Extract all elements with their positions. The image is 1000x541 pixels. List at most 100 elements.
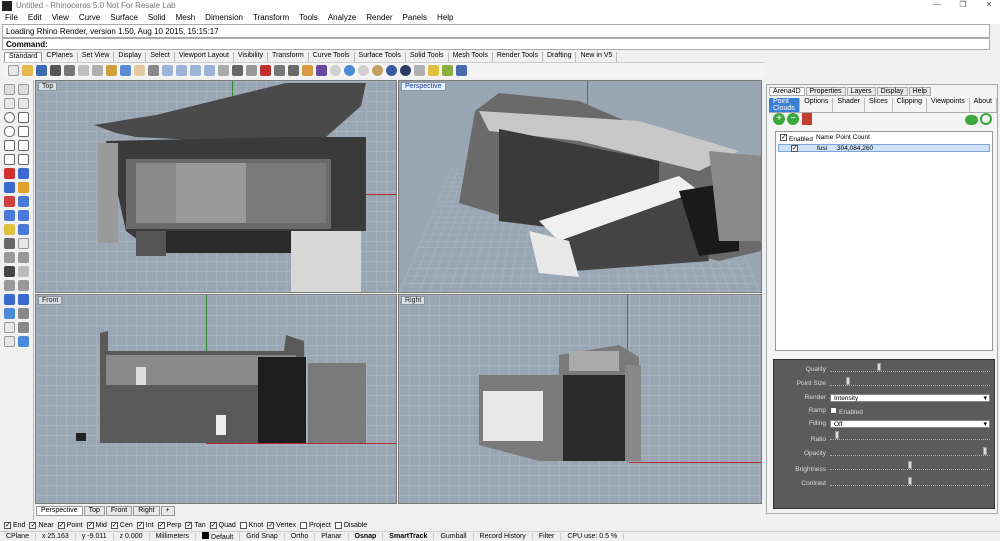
osnap-checkbox[interactable] (4, 521, 11, 529)
contrast-thumb[interactable] (908, 477, 912, 485)
tab-layers[interactable]: Layers (846, 87, 876, 96)
osnap-checkbox[interactable] (157, 521, 165, 529)
minimize-icon[interactable]: — (930, 0, 944, 12)
brightness-thumb[interactable] (908, 461, 912, 469)
add-viewport-icon[interactable]: + (160, 506, 175, 516)
zoom-selected-icon[interactable] (204, 65, 215, 76)
menu-dimension[interactable]: Dimension (200, 12, 248, 24)
rendered-icon[interactable] (372, 65, 383, 76)
contrast-slider[interactable] (830, 477, 990, 486)
header-enabled-checkbox[interactable] (780, 133, 787, 141)
scale-icon[interactable] (4, 322, 15, 333)
restore-icon[interactable]: ❐ (956, 0, 970, 12)
tab-arena4d[interactable]: Arena4D (769, 87, 805, 96)
cylinder-icon[interactable] (4, 196, 15, 207)
osnap-disable[interactable]: Disable (334, 521, 367, 529)
tab-set-view[interactable]: Set View (78, 52, 115, 62)
array-icon[interactable] (4, 294, 15, 305)
zoom-window-icon[interactable] (176, 65, 187, 76)
close-icon[interactable]: ✕ (982, 0, 996, 12)
menu-mesh[interactable]: Mesh (171, 12, 201, 24)
cplane-icon[interactable] (246, 65, 257, 76)
circle-icon[interactable] (4, 112, 15, 123)
trim-icon[interactable] (4, 252, 15, 263)
vp-tab-top[interactable]: Top (83, 506, 105, 516)
filter-toggle[interactable]: Filter (533, 533, 562, 540)
osnap-point[interactable]: Point (57, 521, 83, 529)
menu-curve[interactable]: Curve (74, 12, 105, 24)
osnap-checkbox[interactable] (86, 521, 94, 529)
rectangle-icon[interactable] (18, 126, 29, 137)
open-file-icon[interactable] (22, 65, 33, 76)
ellipse-icon[interactable] (4, 126, 15, 137)
curve-icon[interactable] (18, 98, 29, 109)
menu-help[interactable]: Help (432, 12, 458, 24)
print-icon[interactable] (50, 65, 61, 76)
point-size-thumb[interactable] (845, 377, 850, 385)
osnap-mid[interactable]: Mid (86, 521, 107, 529)
osnap-checkbox[interactable] (239, 521, 247, 529)
box-icon[interactable] (4, 182, 15, 193)
light-icon[interactable] (414, 65, 425, 76)
light-tool-icon[interactable] (4, 224, 15, 235)
tab-drafting[interactable]: Drafting (543, 52, 577, 62)
pan-hand-icon[interactable] (134, 65, 145, 76)
vp-tab-front[interactable]: Front (105, 506, 133, 516)
menu-edit[interactable]: Edit (23, 12, 47, 24)
copy-object-icon[interactable] (274, 65, 285, 76)
osnap-toggle[interactable]: Osnap (349, 533, 384, 540)
tab-shader[interactable]: Shader (833, 98, 865, 112)
tab-point-clouds[interactable]: Point Clouds (769, 98, 801, 112)
osnap-end[interactable]: End (4, 521, 25, 529)
vp-tab-perspective[interactable]: Perspective (36, 506, 83, 516)
opacity-slider[interactable] (830, 447, 990, 456)
menu-surface[interactable]: Surface (105, 12, 143, 24)
arc-icon[interactable] (18, 112, 29, 123)
join-icon[interactable] (4, 266, 15, 277)
tab-transform[interactable]: Transform (268, 52, 309, 62)
osnap-checkbox[interactable] (57, 521, 65, 529)
menu-solid[interactable]: Solid (143, 12, 171, 24)
dimension-icon[interactable] (18, 224, 29, 235)
osnap-checkbox[interactable] (110, 521, 118, 529)
rotate-tool-icon[interactable] (18, 280, 29, 291)
point-icon[interactable] (18, 84, 29, 95)
menu-view[interactable]: View (47, 12, 74, 24)
mirror-icon[interactable] (18, 294, 29, 305)
tab-cplanes[interactable]: CPlanes (42, 52, 78, 62)
units[interactable]: Millimeters (150, 533, 197, 540)
paste-icon[interactable] (106, 65, 117, 76)
import-icon[interactable] (64, 65, 75, 76)
move-tool-icon[interactable] (4, 280, 15, 291)
row-enabled-checkbox[interactable] (791, 144, 798, 152)
history-icon[interactable] (4, 336, 15, 347)
fillet-icon[interactable] (18, 154, 29, 165)
tab-render-tools[interactable]: Render Tools (493, 52, 543, 62)
osnap-perp[interactable]: Perp (157, 521, 181, 529)
filling-select[interactable]: Off (830, 420, 990, 428)
four-viewports-icon[interactable] (232, 65, 243, 76)
tab-visibility[interactable]: Visibility (234, 52, 269, 62)
cage-icon[interactable] (18, 336, 29, 347)
tab-solid-tools[interactable]: Solid Tools (406, 52, 449, 62)
tab-display[interactable]: Display (114, 52, 147, 62)
polyline-icon[interactable] (4, 98, 15, 109)
tab-select[interactable]: Select (146, 52, 175, 62)
osnap-checkbox[interactable] (185, 521, 193, 529)
gumball-toggle[interactable]: Gumball (434, 533, 474, 540)
cut-icon[interactable] (78, 65, 89, 76)
boolean-union-icon[interactable] (4, 210, 15, 221)
extrude-icon[interactable] (18, 168, 29, 179)
osnap-project[interactable]: Project (300, 521, 331, 529)
osnap-near[interactable]: Near (29, 521, 54, 529)
shaded-icon[interactable] (358, 65, 369, 76)
help-icon[interactable] (456, 65, 467, 76)
polygon-icon[interactable] (4, 140, 15, 151)
save-icon[interactable] (36, 65, 47, 76)
viewport-front[interactable]: Front (35, 294, 397, 504)
menu-panels[interactable]: Panels (398, 12, 432, 24)
ramp-checkbox[interactable] (830, 407, 837, 414)
tab-new-in-v5[interactable]: New in V5 (576, 52, 618, 62)
record-history-toggle[interactable]: Record History (474, 533, 533, 540)
menu-render[interactable]: Render (361, 12, 397, 24)
